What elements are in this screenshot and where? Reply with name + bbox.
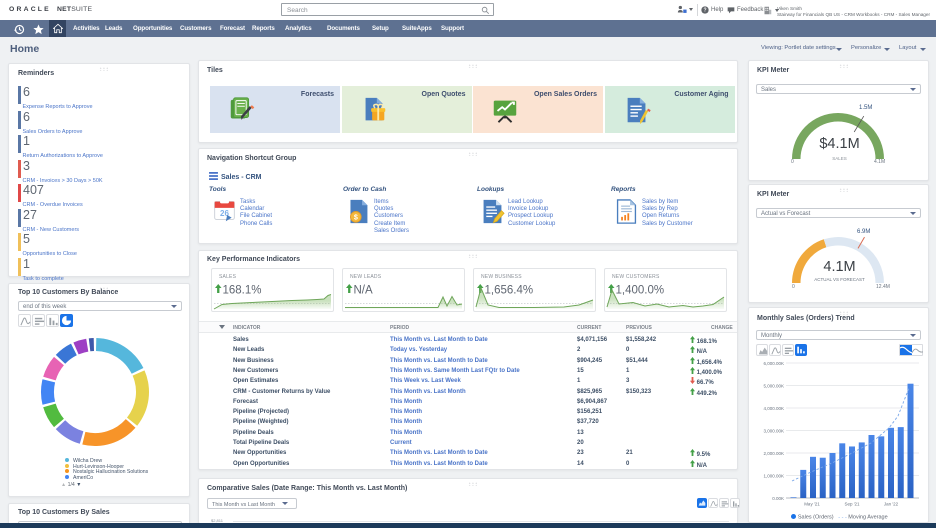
svg-text:3,000.00K: 3,000.00K bbox=[763, 429, 784, 434]
svg-text:5,000.00K: 5,000.00K bbox=[763, 384, 784, 389]
svg-text:$: $ bbox=[354, 214, 358, 222]
svg-text:May '21: May '21 bbox=[804, 502, 820, 507]
svg-text:6,000.00K: 6,000.00K bbox=[763, 361, 784, 366]
svg-text:1,000.00K: 1,000.00K bbox=[763, 474, 784, 479]
svg-text:4,000.00K: 4,000.00K bbox=[763, 406, 784, 411]
svg-text:2,000.00K: 2,000.00K bbox=[763, 451, 784, 456]
svg-text:Sep '21: Sep '21 bbox=[844, 502, 860, 507]
svg-text:0.00K: 0.00K bbox=[772, 496, 784, 501]
svg-text:?: ? bbox=[703, 8, 706, 14]
svg-text:Jan '22: Jan '22 bbox=[884, 502, 899, 507]
